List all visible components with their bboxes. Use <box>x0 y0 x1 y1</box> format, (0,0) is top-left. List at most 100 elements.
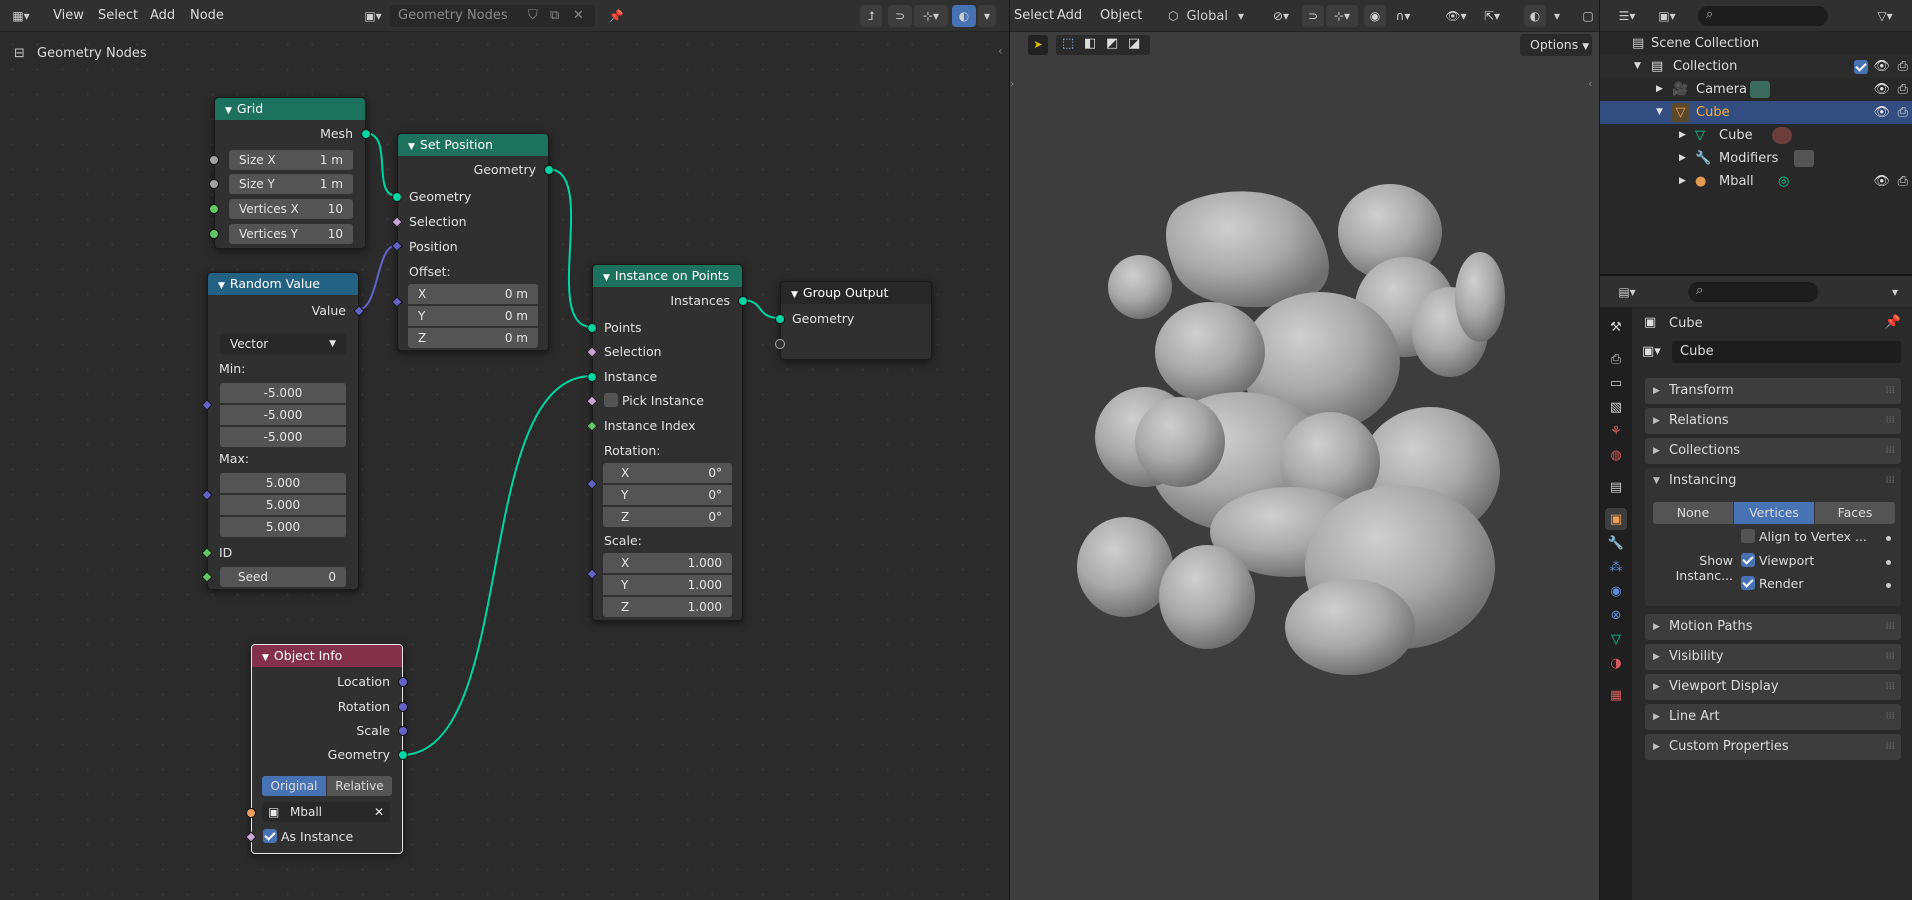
drag-handle-icon[interactable]: ⁞⁞⁞ <box>1885 614 1895 640</box>
pivot-icon[interactable]: ⊘▾ <box>1264 5 1298 27</box>
menu-select[interactable]: Select <box>1014 5 1054 27</box>
socket-location-out[interactable] <box>398 677 408 687</box>
drag-handle-icon[interactable]: ⁞⁞⁞ <box>1885 468 1895 494</box>
panel-line-art[interactable]: ▶ Line Art ⁞⁞⁞ <box>1645 704 1901 730</box>
menu-add[interactable]: Add <box>1057 5 1082 27</box>
show-render-checkbox[interactable]: Render <box>1741 576 1804 591</box>
panel-custom-properties[interactable]: ▶ Custom Properties ⁞⁞⁞ <box>1645 734 1901 760</box>
drag-handle-icon[interactable]: ⁞⁞⁞ <box>1885 378 1895 404</box>
outliner-row-camera[interactable]: ▶ 🎥 Camera 👁 ⎙ <box>1600 78 1912 101</box>
menu-object[interactable]: Object <box>1100 5 1142 27</box>
checkbox[interactable] <box>1741 529 1755 543</box>
expand-icon[interactable]: ▶ <box>1679 124 1686 147</box>
transform-orientation-dropdown[interactable]: ⬡ Global ▾ <box>1162 5 1258 27</box>
eye-icon[interactable]: 👁 <box>1873 170 1890 193</box>
expand-icon[interactable]: ▶ <box>1679 170 1686 193</box>
outliner-row-collection[interactable]: ▼ ▤ Collection 👁 ⎙ <box>1600 55 1912 78</box>
offset-y-field[interactable]: Y 0 m <box>408 306 538 326</box>
material-icon[interactable] <box>1772 127 1792 144</box>
collapse-icon[interactable]: ▼ <box>791 284 798 306</box>
collapse-icon[interactable]: ▼ <box>408 136 415 158</box>
checkbox[interactable] <box>263 829 277 843</box>
offset-z-field[interactable]: Z 0 m <box>408 328 538 348</box>
set-position-node-header[interactable]: ▼ Set Position <box>398 134 548 156</box>
drag-handle-icon[interactable]: ⁞⁞⁞ <box>1885 644 1895 670</box>
expand-icon[interactable]: ▶ <box>1656 78 1663 101</box>
collection-tab-icon[interactable]: ▤ <box>1605 476 1627 498</box>
panel-relations[interactable]: ▶ Relations ⁞⁞⁞ <box>1645 408 1901 434</box>
physics-tab-icon[interactable]: ◉ <box>1605 580 1627 602</box>
editor-type-button[interactable]: ☰▾ <box>1612 5 1642 27</box>
object-tab-icon[interactable]: ▣ <box>1605 508 1627 530</box>
instancing-faces-button[interactable]: Faces <box>1815 502 1895 524</box>
grid-node[interactable]: ▼ Grid Mesh Size X 1 m Size Y 1 m Vertices … <box>209 97 371 249</box>
relative-button[interactable]: Relative <box>327 776 392 796</box>
drag-handle-icon[interactable]: ⁞⁞⁞ <box>1885 438 1895 464</box>
panel-motion-paths[interactable]: ▶ Motion Paths ⁞⁞⁞ <box>1645 614 1901 640</box>
socket-rotation-out[interactable] <box>398 702 408 712</box>
min-y-field[interactable]: -5.000 <box>220 405 346 425</box>
socket-vertices-y[interactable] <box>209 229 219 239</box>
animate-property-icon[interactable] <box>1886 560 1891 565</box>
socket-geometry-out[interactable] <box>544 165 554 175</box>
modifier-tab-icon[interactable]: 🔧 <box>1605 532 1627 554</box>
group-output-node-header[interactable]: ▼ Group Output <box>781 282 931 304</box>
metaball-data-icon[interactable]: ◎ <box>1778 170 1789 193</box>
socket-scale-out[interactable] <box>398 726 408 736</box>
socket-vertices-x[interactable] <box>209 204 219 214</box>
instance-on-points-node[interactable]: ▼ Instance on Points Instances Points Sel… <box>586 264 748 621</box>
scale-x-field[interactable]: X 1.000 <box>603 553 732 573</box>
checkbox[interactable] <box>1741 576 1755 590</box>
outliner-row-cube-mesh[interactable]: ▶ ▽ Cube <box>1600 124 1912 147</box>
gizmo-icon[interactable]: ⇱▾ <box>1476 5 1508 27</box>
object-info-node-header[interactable]: ▼ Object Info <box>252 645 402 667</box>
outliner-row-mball[interactable]: ▶ ● Mball ◎ 👁 ⎙ <box>1600 170 1912 193</box>
socket-size-x[interactable] <box>209 155 219 165</box>
rotation-x-field[interactable]: X 0° <box>603 463 732 483</box>
max-z-field[interactable]: 5.000 <box>220 517 346 537</box>
world-tab-icon[interactable]: ◍ <box>1605 444 1627 466</box>
panel-transform[interactable]: ▶ Transform ⁞⁞⁞ <box>1645 378 1901 404</box>
drag-handle-icon[interactable]: ⁞⁞⁞ <box>1885 408 1895 434</box>
camera-render-icon[interactable]: ⎙ <box>1898 78 1908 101</box>
expand-icon[interactable]: ▶ <box>1679 147 1686 170</box>
offset-x-field[interactable]: X 0 m <box>408 284 538 304</box>
editor-type-button[interactable]: ▤▾ <box>1612 281 1642 303</box>
max-y-field[interactable]: 5.000 <box>220 495 346 515</box>
original-button[interactable]: Original <box>262 776 326 796</box>
eye-icon[interactable]: 👁 <box>1873 101 1890 124</box>
seed-field[interactable]: Seed 0 <box>220 567 346 587</box>
min-z-field[interactable]: -5.000 <box>220 427 346 447</box>
outliner-row-modifiers[interactable]: ▶ 🔧 Modifiers <box>1600 147 1912 170</box>
object-browse-button[interactable]: ▣▾ <box>1642 341 1672 363</box>
camera-data-icon[interactable] <box>1750 81 1770 98</box>
size-y-field[interactable]: Size Y 1 m <box>229 174 353 194</box>
scale-z-field[interactable]: Z 1.000 <box>603 597 732 617</box>
instance-on-points-node-header[interactable]: ▼ Instance on Points <box>593 265 742 287</box>
material-tab-icon[interactable]: ◑ <box>1605 652 1627 674</box>
panel-instancing-header[interactable]: ▼ Instancing ⁞⁞⁞ <box>1645 468 1901 494</box>
grid-node-header[interactable]: ▼ Grid <box>215 98 365 120</box>
render-tab-icon[interactable]: ⎙ <box>1605 348 1627 370</box>
as-instance-checkbox[interactable]: As Instance <box>252 827 402 847</box>
falloff-icon[interactable]: ∩▾ <box>1388 5 1418 27</box>
eye-icon[interactable]: 👁 <box>1873 78 1890 101</box>
max-x-field[interactable]: 5.000 <box>220 473 346 493</box>
collapse-icon[interactable]: ▼ <box>603 267 610 289</box>
expand-icon[interactable]: ▼ <box>1634 55 1641 78</box>
rotation-y-field[interactable]: Y 0° <box>603 485 732 505</box>
panel-collections[interactable]: ▶ Collections ⁞⁞⁞ <box>1645 438 1901 464</box>
texture-tab-icon[interactable]: ▦ <box>1605 684 1627 706</box>
checkbox[interactable] <box>1741 553 1755 567</box>
panel-visibility[interactable]: ▶ Visibility ⁞⁞⁞ <box>1645 644 1901 670</box>
eye-icon[interactable]: 👁 <box>1873 55 1890 78</box>
view-layer-tab-icon[interactable]: ▧ <box>1605 396 1627 418</box>
socket-size-y[interactable] <box>209 179 219 189</box>
socket-object[interactable] <box>246 808 256 818</box>
outliner-search-input[interactable]: ⌕ <box>1698 6 1828 26</box>
socket-mesh-out[interactable] <box>361 129 371 139</box>
filter-icon[interactable]: ▽▾ <box>1868 5 1902 27</box>
socket-instances-out[interactable] <box>738 296 748 306</box>
overlays-icon[interactable]: ◐ <box>1524 5 1546 27</box>
drag-handle-icon[interactable]: ⁞⁞⁞ <box>1885 704 1895 730</box>
